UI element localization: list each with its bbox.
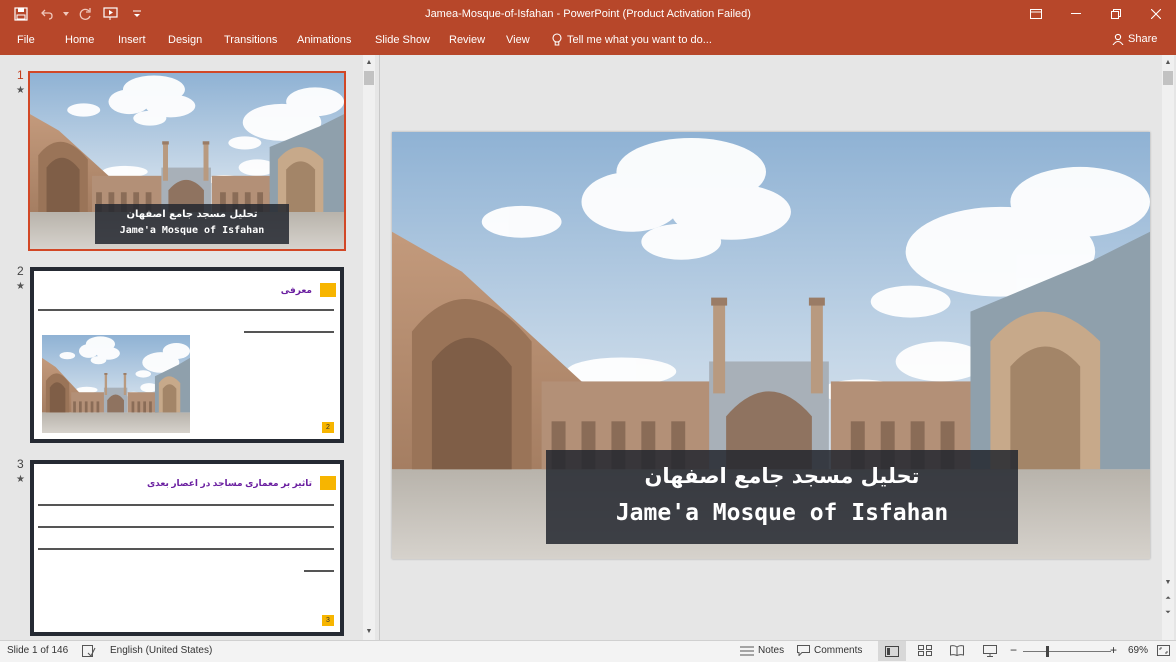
mosque-photo-small [42,335,190,433]
scroll-up-icon[interactable]: ▲ [1162,57,1174,69]
slide-show-icon[interactable] [983,645,997,657]
slide-title-en: Jame'a Mosque of Isfahan [615,500,949,526]
tab-home[interactable]: Home [65,34,94,46]
page-number: 2 [322,422,334,433]
comment-icon [797,645,810,656]
zoom-level[interactable]: 69% [1128,645,1148,656]
language-indicator[interactable]: English (United States) [110,645,212,656]
tell-me-label: Tell me what you want to do... [567,33,712,46]
slide-counter[interactable]: Slide 1 of 146 [7,645,68,656]
tab-slide-show[interactable]: Slide Show [375,34,430,46]
zoom-out-icon[interactable]: − [1010,643,1017,657]
tab-transitions[interactable]: Transitions [224,34,277,46]
share-label: Share [1128,33,1158,45]
notes-label: Notes [758,645,785,656]
slide-thumbnail-2[interactable]: معرفی 2 [30,267,344,443]
editor-scrollbar[interactable]: ▲ ▼ ⏶ ⏷ [1162,55,1174,640]
text-line [244,331,334,333]
minimize-icon[interactable] [1056,0,1096,28]
thumb-title-box: تحلیل مسجد جامع اصفهان Jame'a Mosque of … [95,204,289,244]
text-line [304,570,334,572]
animation-star-icon: ★ [16,474,25,485]
animation-star-icon: ★ [16,281,25,292]
zoom-slider-track[interactable] [1023,651,1111,652]
thumb-number-3: 3 [17,457,24,471]
close-icon[interactable] [1136,0,1176,28]
thumb-number-2: 2 [17,264,24,278]
normal-view-icon[interactable] [878,641,906,661]
thumb-title: تاثیر بر معماری مساجد در اعصار بعدی [146,478,312,488]
ribbon-tabs: File Home Insert Design Transitions Anim… [0,28,1176,55]
scroll-up-icon[interactable]: ▲ [363,57,375,69]
window-title: Jamea-Mosque-of-Isfahan - PowerPoint (Pr… [425,8,751,20]
thumb-number-1: 1 [17,68,24,82]
tab-review[interactable]: Review [449,34,485,46]
slide-title-fa: تحلیل مسجد جامع اصفهان [644,464,920,488]
lightbulb-icon [552,33,562,46]
text-line [38,309,334,311]
tab-view[interactable]: View [506,34,530,46]
main-slide[interactable]: تحلیل مسجد جامع اصفهان Jame'a Mosque of … [392,132,1150,559]
tab-insert[interactable]: Insert [118,34,146,46]
slide-thumbnail-pane: 1 ★ تحلیل مسجد جامع اصفهان Jame'a Mosque… [0,55,380,640]
spelling-check-icon[interactable] [82,645,96,657]
comments-button[interactable]: Comments [797,645,862,656]
tab-file[interactable]: File [17,34,35,46]
restore-icon[interactable] [1096,0,1136,28]
scroll-down-icon[interactable]: ▼ [363,626,375,638]
accent-bar [320,283,336,297]
tab-animations[interactable]: Animations [297,34,351,46]
scroll-down-icon[interactable]: ▼ [1162,577,1174,589]
fit-to-window-icon[interactable] [1157,645,1170,656]
text-line [38,548,334,550]
status-bar: Slide 1 of 146 English (United States) N… [0,640,1176,662]
slide-sorter-icon[interactable] [918,645,932,656]
previous-slide-icon[interactable]: ⏶ [1162,593,1174,605]
window-controls [1016,0,1176,28]
share-button[interactable]: Share [1112,33,1157,45]
scrollbar-thumb[interactable] [1163,71,1173,85]
page-number: 3 [322,615,334,626]
title-bar: Jamea-Mosque-of-Isfahan - PowerPoint (Pr… [0,0,1176,28]
notes-button[interactable]: Notes [740,645,784,656]
ribbon-display-options-icon[interactable] [1016,0,1056,28]
next-slide-icon[interactable]: ⏷ [1162,607,1174,619]
notes-icon [740,646,754,655]
comments-label: Comments [814,645,863,656]
tab-design[interactable]: Design [168,34,202,46]
thumb-title-fa: تحلیل مسجد جامع اصفهان [126,209,258,220]
thumb-title: معرفی [280,285,312,295]
accent-bar [320,476,336,490]
slide-title-box[interactable]: تحلیل مسجد جامع اصفهان Jame'a Mosque of … [546,450,1018,544]
reading-view-icon[interactable] [950,645,964,656]
thumbnail-scrollbar[interactable]: ▲ ▼ [363,55,375,640]
slide-thumbnail-1[interactable]: تحلیل مسجد جامع اصفهان Jame'a Mosque of … [28,71,346,251]
text-line [38,526,334,528]
animation-star-icon: ★ [16,85,25,96]
person-icon [1112,33,1124,45]
zoom-slider-handle[interactable] [1046,646,1049,657]
tell-me-search[interactable]: Tell me what you want to do... [552,33,712,46]
thumb-title-en: Jame'a Mosque of Isfahan [119,225,265,236]
zoom-in-icon[interactable]: + [1110,643,1117,657]
text-line [38,504,334,506]
slide-thumbnail-3[interactable]: تاثیر بر معماری مساجد در اعصار بعدی 3 [30,460,344,636]
scrollbar-thumb[interactable] [364,71,374,85]
